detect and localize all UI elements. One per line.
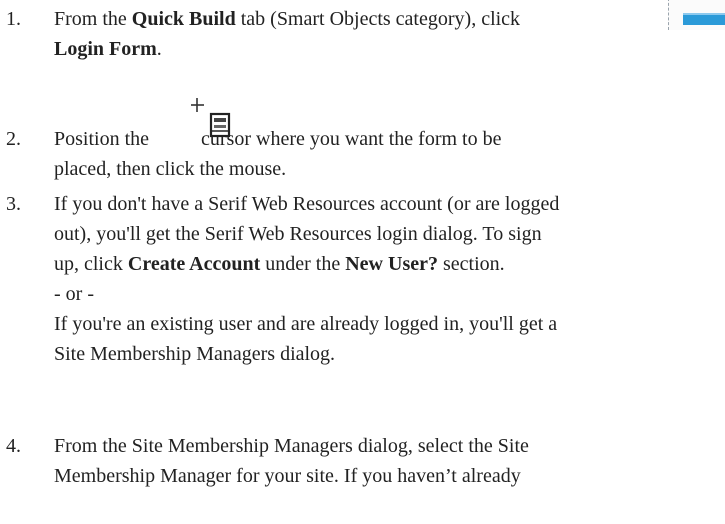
text-run: . — [156, 38, 162, 60]
text-run: tab (Smart Objects category), click — [235, 8, 521, 30]
step-number: 3. — [6, 193, 21, 215]
step-line: placed, then click the mouse. — [54, 158, 287, 180]
step-line: Position the cursor where you want the fo… — [54, 124, 725, 154]
text-run: cursor where you want the form to be — [201, 128, 502, 150]
text-run: Position the — [54, 128, 150, 150]
step-line: - or - — [54, 283, 94, 305]
login-form-icon — [668, 0, 725, 30]
step-number: 2. — [6, 128, 21, 150]
step-line: Site Membership Managers dialog. — [54, 343, 336, 365]
text-run: under the — [260, 253, 346, 275]
step-line: From the Site Membership Managers dialog… — [54, 435, 529, 457]
step-line: If you don't have a Serif Web Resources … — [54, 193, 560, 215]
text-run: up, click — [54, 253, 128, 275]
step-text: If you don't have a Serif Web Resources … — [54, 189, 725, 369]
step-text: From the Site Membership Managers dialog… — [54, 431, 725, 491]
step-line: Login Form. — [54, 34, 725, 64]
form-insert-cursor-icon — [191, 98, 231, 138]
step-line: From the Quick Build tab (Smart Objects … — [54, 4, 725, 34]
step-line: Membership Manager for your site. If you… — [54, 465, 521, 487]
step-number: 1. — [6, 8, 21, 30]
quick-build-term: Quick Build — [131, 8, 236, 30]
text-run: section. — [437, 253, 505, 275]
new-user-term: New User? — [345, 253, 438, 275]
create-account-term: Create Account — [127, 253, 261, 275]
text-run: From the — [54, 8, 132, 30]
step-line: out), you'll get the Serif Web Resources… — [54, 223, 542, 245]
step-line: up, click Create Account under the New U… — [54, 249, 725, 279]
login-form-term: Login Form — [54, 38, 157, 60]
step-text: From the Quick Build tab (Smart Objects … — [54, 4, 725, 64]
step-line: If you're an existing user and are alrea… — [54, 313, 558, 335]
step-number: 4. — [6, 435, 21, 457]
step-text: Position the cursor where you want the fo… — [54, 124, 725, 184]
